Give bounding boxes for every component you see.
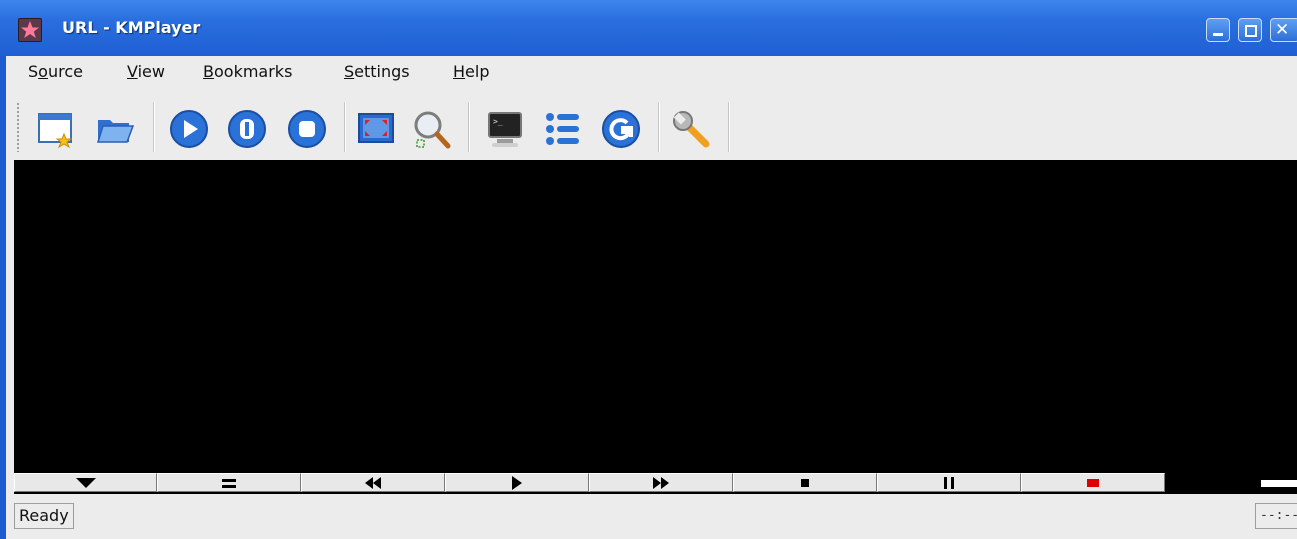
pause-button[interactable] <box>226 108 268 150</box>
title-bar[interactable]: URL - KMPlayer ✕ <box>0 0 1297 56</box>
close-button[interactable]: ✕ <box>1270 18 1297 42</box>
fullscreen-button[interactable] <box>356 108 398 150</box>
minimize-icon <box>1213 33 1223 36</box>
control-config-button[interactable] <box>157 473 301 492</box>
maximize-button[interactable] <box>1238 18 1262 42</box>
configure-icon <box>673 111 710 148</box>
playlist-button[interactable] <box>542 108 584 150</box>
stop-icon <box>801 478 809 487</box>
toolbar-separator <box>468 102 470 152</box>
menu-help[interactable]: Help <box>453 62 489 81</box>
refresh-icon <box>602 110 640 148</box>
volume-slider[interactable] <box>1168 477 1297 489</box>
svg-text:>_: >_ <box>493 117 503 126</box>
pause-icon <box>944 476 954 489</box>
record-icon <box>1087 478 1099 487</box>
control-bar <box>14 472 1297 494</box>
zoom-button[interactable] <box>411 108 453 150</box>
play-icon <box>512 475 522 490</box>
equals-icon <box>222 478 236 488</box>
kmplayer-window: URL - KMPlayer ✕ Source View Bookmarks S… <box>0 0 1297 539</box>
play-icon <box>170 110 208 148</box>
control-menu-button[interactable] <box>14 473 157 492</box>
triangle-down-icon <box>75 477 96 488</box>
control-forward-button[interactable] <box>589 473 733 492</box>
client-area: Source View Bookmarks Settings Help >_ R… <box>6 56 1297 539</box>
toolbar-separator <box>658 102 660 152</box>
toolbar-separator <box>728 102 730 152</box>
console-button[interactable]: >_ <box>484 108 526 150</box>
app-icon[interactable] <box>18 18 42 42</box>
configure-button[interactable] <box>670 108 712 150</box>
console-icon: >_ <box>488 112 522 147</box>
close-icon: ✕ <box>1275 20 1290 40</box>
status-message: Ready <box>14 503 74 529</box>
playlist-icon <box>546 113 579 145</box>
play-button[interactable] <box>168 108 210 150</box>
toolbar-grip[interactable] <box>16 102 20 152</box>
toolbar-separator <box>153 102 155 152</box>
maximize-icon <box>1245 25 1257 37</box>
menu-bar: Source View Bookmarks Settings Help <box>6 56 1297 92</box>
video-area[interactable] <box>14 160 1297 472</box>
menu-bookmarks[interactable]: Bookmarks <box>203 62 292 81</box>
menu-view[interactable]: View <box>127 62 165 81</box>
toolbar: >_ <box>6 94 1297 158</box>
control-back-button[interactable] <box>301 473 445 492</box>
menu-source[interactable]: Source <box>28 62 83 81</box>
status-time: --:-- <box>1255 503 1297 529</box>
new-window-button[interactable] <box>36 108 78 150</box>
control-play-button[interactable] <box>445 473 589 492</box>
open-folder-icon <box>96 120 135 143</box>
control-stop-button[interactable] <box>733 473 877 492</box>
stop-button[interactable] <box>286 108 328 150</box>
minimize-button[interactable] <box>1206 18 1230 42</box>
status-bar: Ready --:-- <box>6 496 1297 539</box>
window-title: URL - KMPlayer <box>62 18 201 37</box>
control-record-button[interactable] <box>1021 473 1165 492</box>
open-button[interactable] <box>94 108 136 150</box>
stop-icon <box>288 110 326 148</box>
volume-remaining <box>1261 480 1297 487</box>
fast-forward-icon <box>653 476 669 489</box>
menu-settings[interactable]: Settings <box>344 62 410 81</box>
fullscreen-icon <box>358 113 394 143</box>
refresh-button[interactable] <box>600 108 642 150</box>
pause-icon <box>228 110 266 148</box>
new-window-icon <box>38 113 73 149</box>
rewind-icon <box>365 476 381 489</box>
zoom-icon <box>414 111 451 149</box>
control-pause-button[interactable] <box>877 473 1021 492</box>
volume-level <box>1168 477 1261 489</box>
toolbar-separator <box>344 102 346 152</box>
